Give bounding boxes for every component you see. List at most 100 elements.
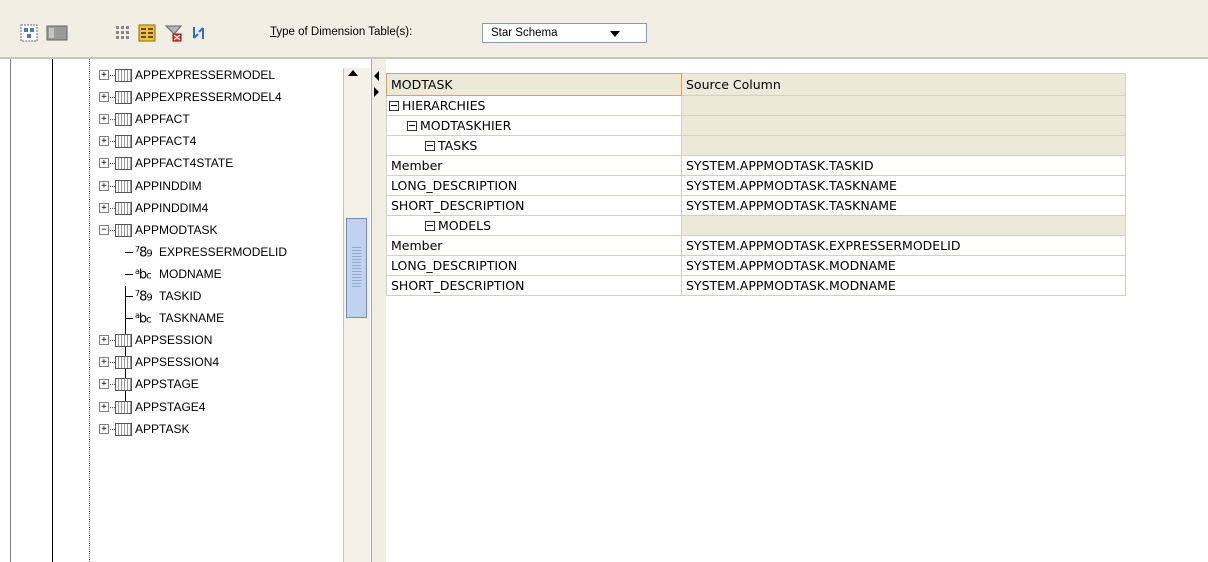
table-row[interactable]: SHORT_DESCRIPTION SYSTEM.APPMODTASK.TASKN… bbox=[386, 195, 1126, 216]
attribute-cell[interactable]: Member bbox=[386, 155, 682, 176]
tree-item[interactable]: + APPSTAGE4 bbox=[11, 398, 341, 416]
collapse-icon[interactable] bbox=[407, 120, 417, 131]
expand-icon[interactable]: + bbox=[99, 114, 109, 125]
table-row[interactable]: Member SYSTEM.APPMODTASK.TASKID bbox=[386, 155, 1126, 176]
hierarchy-node-cell[interactable]: MODELS bbox=[386, 215, 682, 236]
source-column-cell[interactable]: SYSTEM.APPMODTASK.TASKNAME bbox=[681, 175, 1126, 196]
table-icon bbox=[115, 422, 132, 436]
expand-icon[interactable]: + bbox=[99, 92, 109, 103]
toolbar: Type of Dimension Table(s): Star Schema bbox=[0, 0, 1208, 57]
source-column-cell[interactable] bbox=[681, 115, 1126, 136]
tree-item[interactable]: + APPFACT4 bbox=[11, 132, 341, 150]
expand-icon[interactable]: + bbox=[99, 158, 109, 169]
tree-item[interactable]: + APPTASK bbox=[11, 420, 341, 438]
collapse-icon[interactable] bbox=[389, 100, 399, 111]
hierarchy-node-cell[interactable]: HIERARCHIES bbox=[386, 95, 682, 116]
panel-icon[interactable] bbox=[46, 24, 68, 42]
source-column-cell[interactable] bbox=[681, 135, 1126, 156]
expand-icon[interactable]: + bbox=[99, 379, 109, 390]
tree-scrollbar[interactable] bbox=[343, 68, 370, 562]
column-header-source[interactable]: Source Column bbox=[681, 73, 1126, 96]
filter-delete-icon[interactable] bbox=[164, 24, 182, 42]
attribute-cell[interactable]: LONG_DESCRIPTION bbox=[386, 175, 682, 196]
table-row[interactable]: LONG_DESCRIPTION SYSTEM.APPMODTASK.TASKNA… bbox=[386, 175, 1126, 196]
expand-icon[interactable]: + bbox=[99, 70, 109, 80]
tree-item[interactable]: + APPEXPRESSERMODEL4 bbox=[11, 88, 341, 106]
tree-item-label: APPFACT4STATE bbox=[135, 156, 234, 171]
attribute-cell[interactable]: LONG_DESCRIPTION bbox=[386, 255, 682, 276]
refresh-icon[interactable] bbox=[190, 24, 208, 42]
expand-icon[interactable]: + bbox=[99, 136, 109, 147]
tree-item[interactable]: + APPSTAGE bbox=[11, 375, 341, 393]
hierarchy-node-cell[interactable]: TASKS bbox=[386, 135, 682, 156]
table-row[interactable]: TASKS bbox=[386, 135, 1126, 156]
tree-item-label: APPFACT bbox=[135, 112, 190, 127]
scroll-thumb[interactable] bbox=[346, 218, 367, 318]
source-column-cell[interactable]: SYSTEM.APPMODTASK.MODNAME bbox=[681, 255, 1126, 276]
text-column-icon: abc bbox=[135, 311, 152, 327]
collapse-icon[interactable] bbox=[425, 220, 435, 231]
collapse-icon[interactable]: − bbox=[99, 224, 109, 235]
table-row[interactable]: MODELS bbox=[386, 215, 1126, 236]
table-icon bbox=[115, 356, 132, 370]
expand-icon[interactable]: + bbox=[99, 357, 109, 368]
source-column-cell[interactable]: SYSTEM.APPMODTASK.EXPRESSERMODELID bbox=[681, 235, 1126, 256]
source-column-cell[interactable] bbox=[681, 95, 1126, 116]
collapse-right-icon[interactable] bbox=[374, 87, 379, 97]
numeric-column-icon: 789 bbox=[135, 244, 153, 261]
attribute-cell[interactable]: SHORT_DESCRIPTION bbox=[386, 275, 682, 296]
source-column-cell[interactable]: SYSTEM.APPMODTASK.TASKNAME bbox=[681, 195, 1126, 216]
tree-item[interactable]: + APPINDDIM4 bbox=[11, 199, 341, 217]
tree-item[interactable]: + APPSESSION bbox=[11, 331, 341, 349]
expand-icon[interactable]: + bbox=[99, 180, 109, 191]
panel-splitter[interactable] bbox=[371, 59, 387, 562]
table-header-row: MODTASK Source Column bbox=[386, 73, 1126, 96]
column-header-modtask[interactable]: MODTASK bbox=[386, 73, 682, 96]
expand-icon[interactable]: + bbox=[99, 423, 109, 434]
table-row[interactable]: LONG_DESCRIPTION SYSTEM.APPMODTASK.MODNAM… bbox=[386, 255, 1126, 276]
table-row[interactable]: SHORT_DESCRIPTION SYSTEM.APPMODTASK.MODNA… bbox=[386, 275, 1126, 296]
source-column-cell[interactable]: SYSTEM.APPMODTASK.TASKID bbox=[681, 155, 1126, 176]
tree-item-label: APPSTAGE4 bbox=[135, 399, 206, 414]
dimension-type-select[interactable]: Star Schema bbox=[482, 23, 647, 43]
attribute-cell[interactable]: Member bbox=[386, 235, 682, 256]
source-column-cell[interactable]: SYSTEM.APPMODTASK.MODNAME bbox=[681, 275, 1126, 296]
hierarchy-node-cell[interactable]: MODTASKHIER bbox=[386, 115, 682, 136]
grid-icon[interactable] bbox=[114, 24, 132, 42]
node-label: HIERARCHIES bbox=[402, 98, 486, 113]
expand-icon[interactable]: + bbox=[99, 401, 109, 412]
tree-item[interactable]: + APPINDDIM bbox=[11, 177, 341, 195]
layout-icon[interactable] bbox=[20, 24, 38, 42]
table-row[interactable]: MODTASKHIER bbox=[386, 115, 1126, 136]
expand-icon[interactable]: + bbox=[99, 202, 109, 213]
attribute-cell[interactable]: SHORT_DESCRIPTION bbox=[386, 195, 682, 216]
tree-item[interactable]: + APPSESSION4 bbox=[11, 353, 341, 371]
tree-item-label: APPEXPRESSERMODEL4 bbox=[135, 90, 282, 105]
source-column-cell[interactable] bbox=[681, 215, 1126, 236]
tree-item[interactable]: + APPFACT bbox=[11, 110, 341, 128]
collapse-left-icon[interactable] bbox=[374, 71, 379, 81]
expand-icon[interactable]: + bbox=[99, 335, 109, 346]
tree-item-label: MODNAME bbox=[159, 266, 222, 281]
tree-item[interactable]: 789 EXPRESSERMODELID bbox=[11, 243, 341, 261]
table-row[interactable]: HIERARCHIES bbox=[386, 95, 1126, 116]
tree-item-label: APPSESSION bbox=[135, 333, 213, 348]
tree-item[interactable]: + APPEXPRESSERMODEL bbox=[11, 66, 341, 84]
tree-item[interactable]: + APPFACT4STATE bbox=[11, 154, 341, 172]
table-icon bbox=[115, 69, 132, 82]
node-label: LONG_DESCRIPTION bbox=[391, 258, 518, 273]
tree-item-label: APPFACT4 bbox=[135, 134, 197, 149]
chevron-down-icon bbox=[610, 31, 620, 37]
tree-item[interactable]: 789 TASKID bbox=[11, 287, 341, 305]
dimension-type-value: Star Schema bbox=[491, 27, 558, 39]
tree-item[interactable]: abc MODNAME bbox=[11, 265, 341, 283]
table-columns-icon[interactable] bbox=[138, 24, 156, 42]
table-row[interactable]: Member SYSTEM.APPMODTASK.EXPRESSERMODELID bbox=[386, 235, 1126, 256]
scroll-up-icon[interactable] bbox=[348, 70, 358, 76]
numeric-column-icon: 789 bbox=[135, 289, 153, 305]
collapse-icon[interactable] bbox=[425, 140, 435, 151]
table-icon bbox=[115, 91, 132, 105]
tree-item[interactable]: abc TASKNAME bbox=[11, 309, 341, 327]
tree-item[interactable]: − APPMODTASK bbox=[11, 221, 341, 239]
node-label: MODTASKHIER bbox=[420, 118, 512, 133]
